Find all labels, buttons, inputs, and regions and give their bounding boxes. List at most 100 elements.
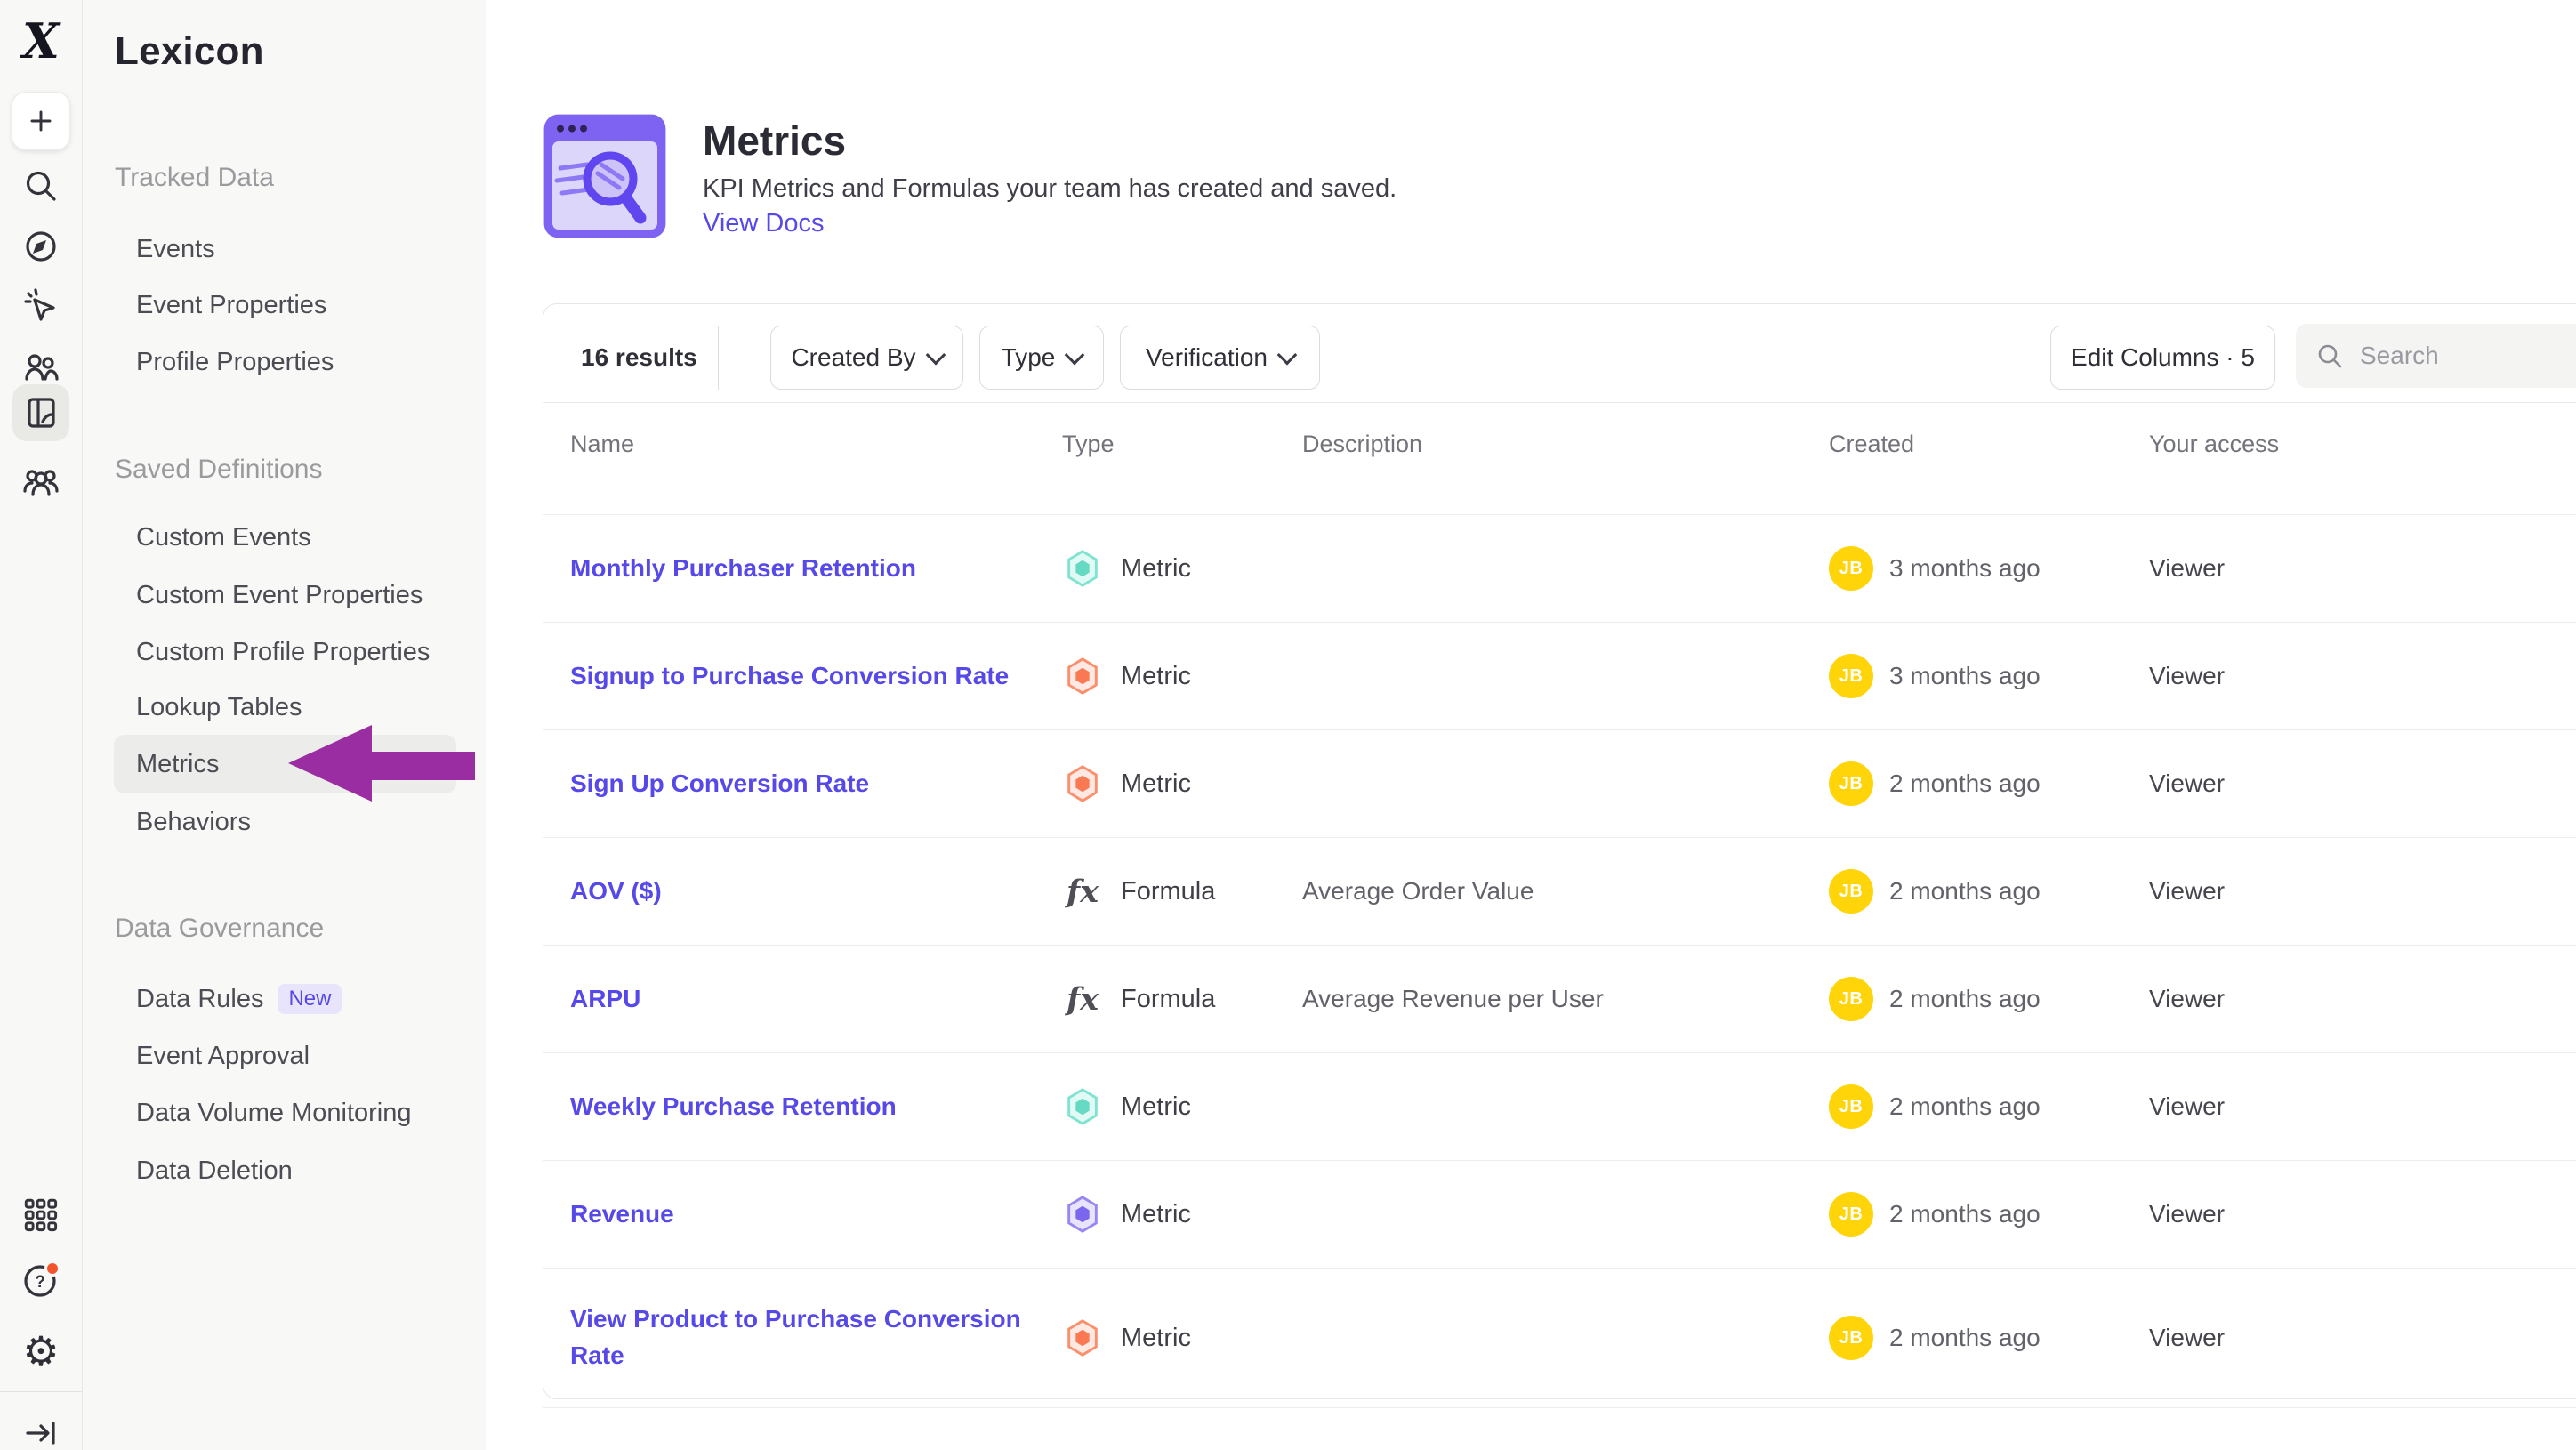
metric-name-link[interactable]: Weekly Purchase Retention [570,1089,897,1125]
apps-grid-icon[interactable] [0,1190,82,1240]
rail-divider [0,1391,82,1392]
users-two-icon[interactable] [0,345,82,390]
table-row: AOV ($) fx Formula Average Order Value J… [543,838,2576,946]
avatar: JB [1829,977,1873,1021]
filter-type[interactable]: Type [979,326,1104,390]
table-row: Sign Up Conversion Rate fx Metric JB 2 m… [543,730,2576,838]
lexicon-book-icon [12,384,69,441]
sidebar-item-profile-properties[interactable]: Profile Properties [136,342,334,382]
metric-type-label: Metric [1121,769,1191,799]
metric-description [1302,730,1809,837]
access-level: Viewer [2149,1161,2523,1268]
metric-name-link[interactable]: AOV ($) [570,874,662,910]
created-time: 2 months ago [1889,877,2041,906]
partial-row [543,487,2576,515]
created-time: 3 months ago [1889,662,2041,690]
sidebar-item-metrics[interactable]: Metrics [136,745,219,784]
lexicon-sidebar: Lexicon Tracked Data Events Event Proper… [83,0,486,1450]
sidebar-item-custom-event-properties[interactable]: Custom Event Properties [136,576,423,615]
gear-icon[interactable]: ⚙ [0,1327,82,1375]
users-three-icon[interactable] [0,459,82,503]
edit-columns-button[interactable]: Edit Columns · 5 [2050,326,2275,390]
metric-description: Average Revenue per User [1302,946,1809,1052]
metric-name-link[interactable]: View Product to Purchase Conversion Rate [570,1301,1051,1373]
metric-type-label: Metric [1121,1324,1191,1353]
chevron-down-icon [925,345,946,366]
avatar: JB [1829,1316,1873,1360]
search-icon [2315,342,2344,370]
metrics-table-card: 16 results Created By Type Verification … [543,303,2576,1399]
formula-icon: fx [1062,979,1103,1019]
metric-description [1302,623,1809,729]
chevron-down-icon [1065,345,1085,366]
page-title: Metrics [703,116,846,165]
access-level: Viewer [2149,1269,2523,1407]
metric-type-icon: fx [1062,1317,1103,1358]
section-tracked-data: Tracked Data [115,158,274,197]
filter-verification[interactable]: Verification [1120,326,1320,390]
help-icon[interactable]: ? [0,1253,82,1306]
view-docs-link[interactable]: View Docs [703,207,824,239]
sidebar-item-behaviors[interactable]: Behaviors [136,802,251,842]
column-header-description: Description [1302,402,1809,487]
section-data-governance: Data Governance [115,909,324,948]
metric-type-label: Formula [1121,877,1215,906]
metric-name-link[interactable]: Monthly Purchaser Retention [570,551,916,587]
created-time: 2 months ago [1889,985,2041,1013]
metric-type-label: Metric [1121,1092,1191,1122]
metric-name-link[interactable]: Revenue [570,1196,674,1233]
avatar: JB [1829,654,1873,698]
metric-type-icon: fx [1062,548,1103,589]
mixpanel-logo[interactable]: X [0,16,82,66]
avatar: JB [1829,1192,1873,1237]
access-level: Viewer [2149,623,2523,729]
icon-rail: X [0,0,83,1450]
sidebar-item-events[interactable]: Events [136,230,215,269]
table-row: Weekly Purchase Retention fx Metric JB 2… [543,1053,2576,1161]
toolbar-divider [718,326,719,390]
metric-description [1302,1053,1809,1160]
search-input[interactable] [2358,341,2540,371]
sidebar-item-custom-events[interactable]: Custom Events [136,518,311,557]
metric-name-link[interactable]: Signup to Purchase Conversion Rate [570,658,1009,695]
sidebar-item-data-deletion[interactable]: Data Deletion [136,1151,293,1190]
sidebar-item-event-properties[interactable]: Event Properties [136,286,326,325]
compass-icon[interactable] [0,224,82,269]
filter-created-by[interactable]: Created By [770,326,963,390]
sidebar-item-data-rules[interactable]: Data Rules New [136,979,342,1019]
table-toolbar: 16 results Created By Type Verification … [543,304,2576,403]
table-row: ARPU fx Formula Average Revenue per User… [543,946,2576,1053]
access-level: Viewer [2149,838,2523,945]
metric-type-label: Metric [1121,662,1191,691]
results-count: 16 results [581,326,697,390]
metric-type-label: Metric [1121,554,1191,584]
metric-type-label: Formula [1121,985,1215,1014]
metric-description [1302,1161,1809,1268]
metric-description: Average Order Value [1302,838,1809,945]
table-row: Revenue fx Metric JB 2 months ago Viewer [543,1161,2576,1269]
avatar: JB [1829,869,1873,914]
sidebar-title: Lexicon [115,27,264,77]
created-time: 3 months ago [1889,554,2041,583]
access-level: Viewer [2149,946,2523,1052]
sign-out-icon[interactable] [0,1411,82,1450]
created-time: 2 months ago [1889,1092,2041,1121]
created-time: 2 months ago [1889,1200,2041,1228]
metric-type-icon: fx [1062,763,1103,804]
column-header-your-access: Your access [2149,402,2523,487]
sidebar-item-data-volume-monitoring[interactable]: Data Volume Monitoring [136,1093,412,1132]
magic-cursor-icon[interactable] [0,283,82,327]
create-button[interactable] [0,93,82,149]
sidebar-item-lookup-tables[interactable]: Lookup Tables [136,688,302,727]
search-nav-icon[interactable] [0,164,82,208]
sidebar-item-event-approval[interactable]: Event Approval [136,1036,310,1075]
metric-name-link[interactable]: Sign Up Conversion Rate [570,766,869,802]
avatar: JB [1829,1084,1873,1129]
lexicon-nav-active[interactable] [0,384,82,441]
access-level: Viewer [2149,730,2523,837]
search-box[interactable] [2296,324,2576,388]
sidebar-item-custom-profile-properties[interactable]: Custom Profile Properties [136,632,430,672]
metric-name-link[interactable]: ARPU [570,981,640,1018]
avatar: JB [1829,546,1873,591]
metric-description [1302,1269,1809,1407]
